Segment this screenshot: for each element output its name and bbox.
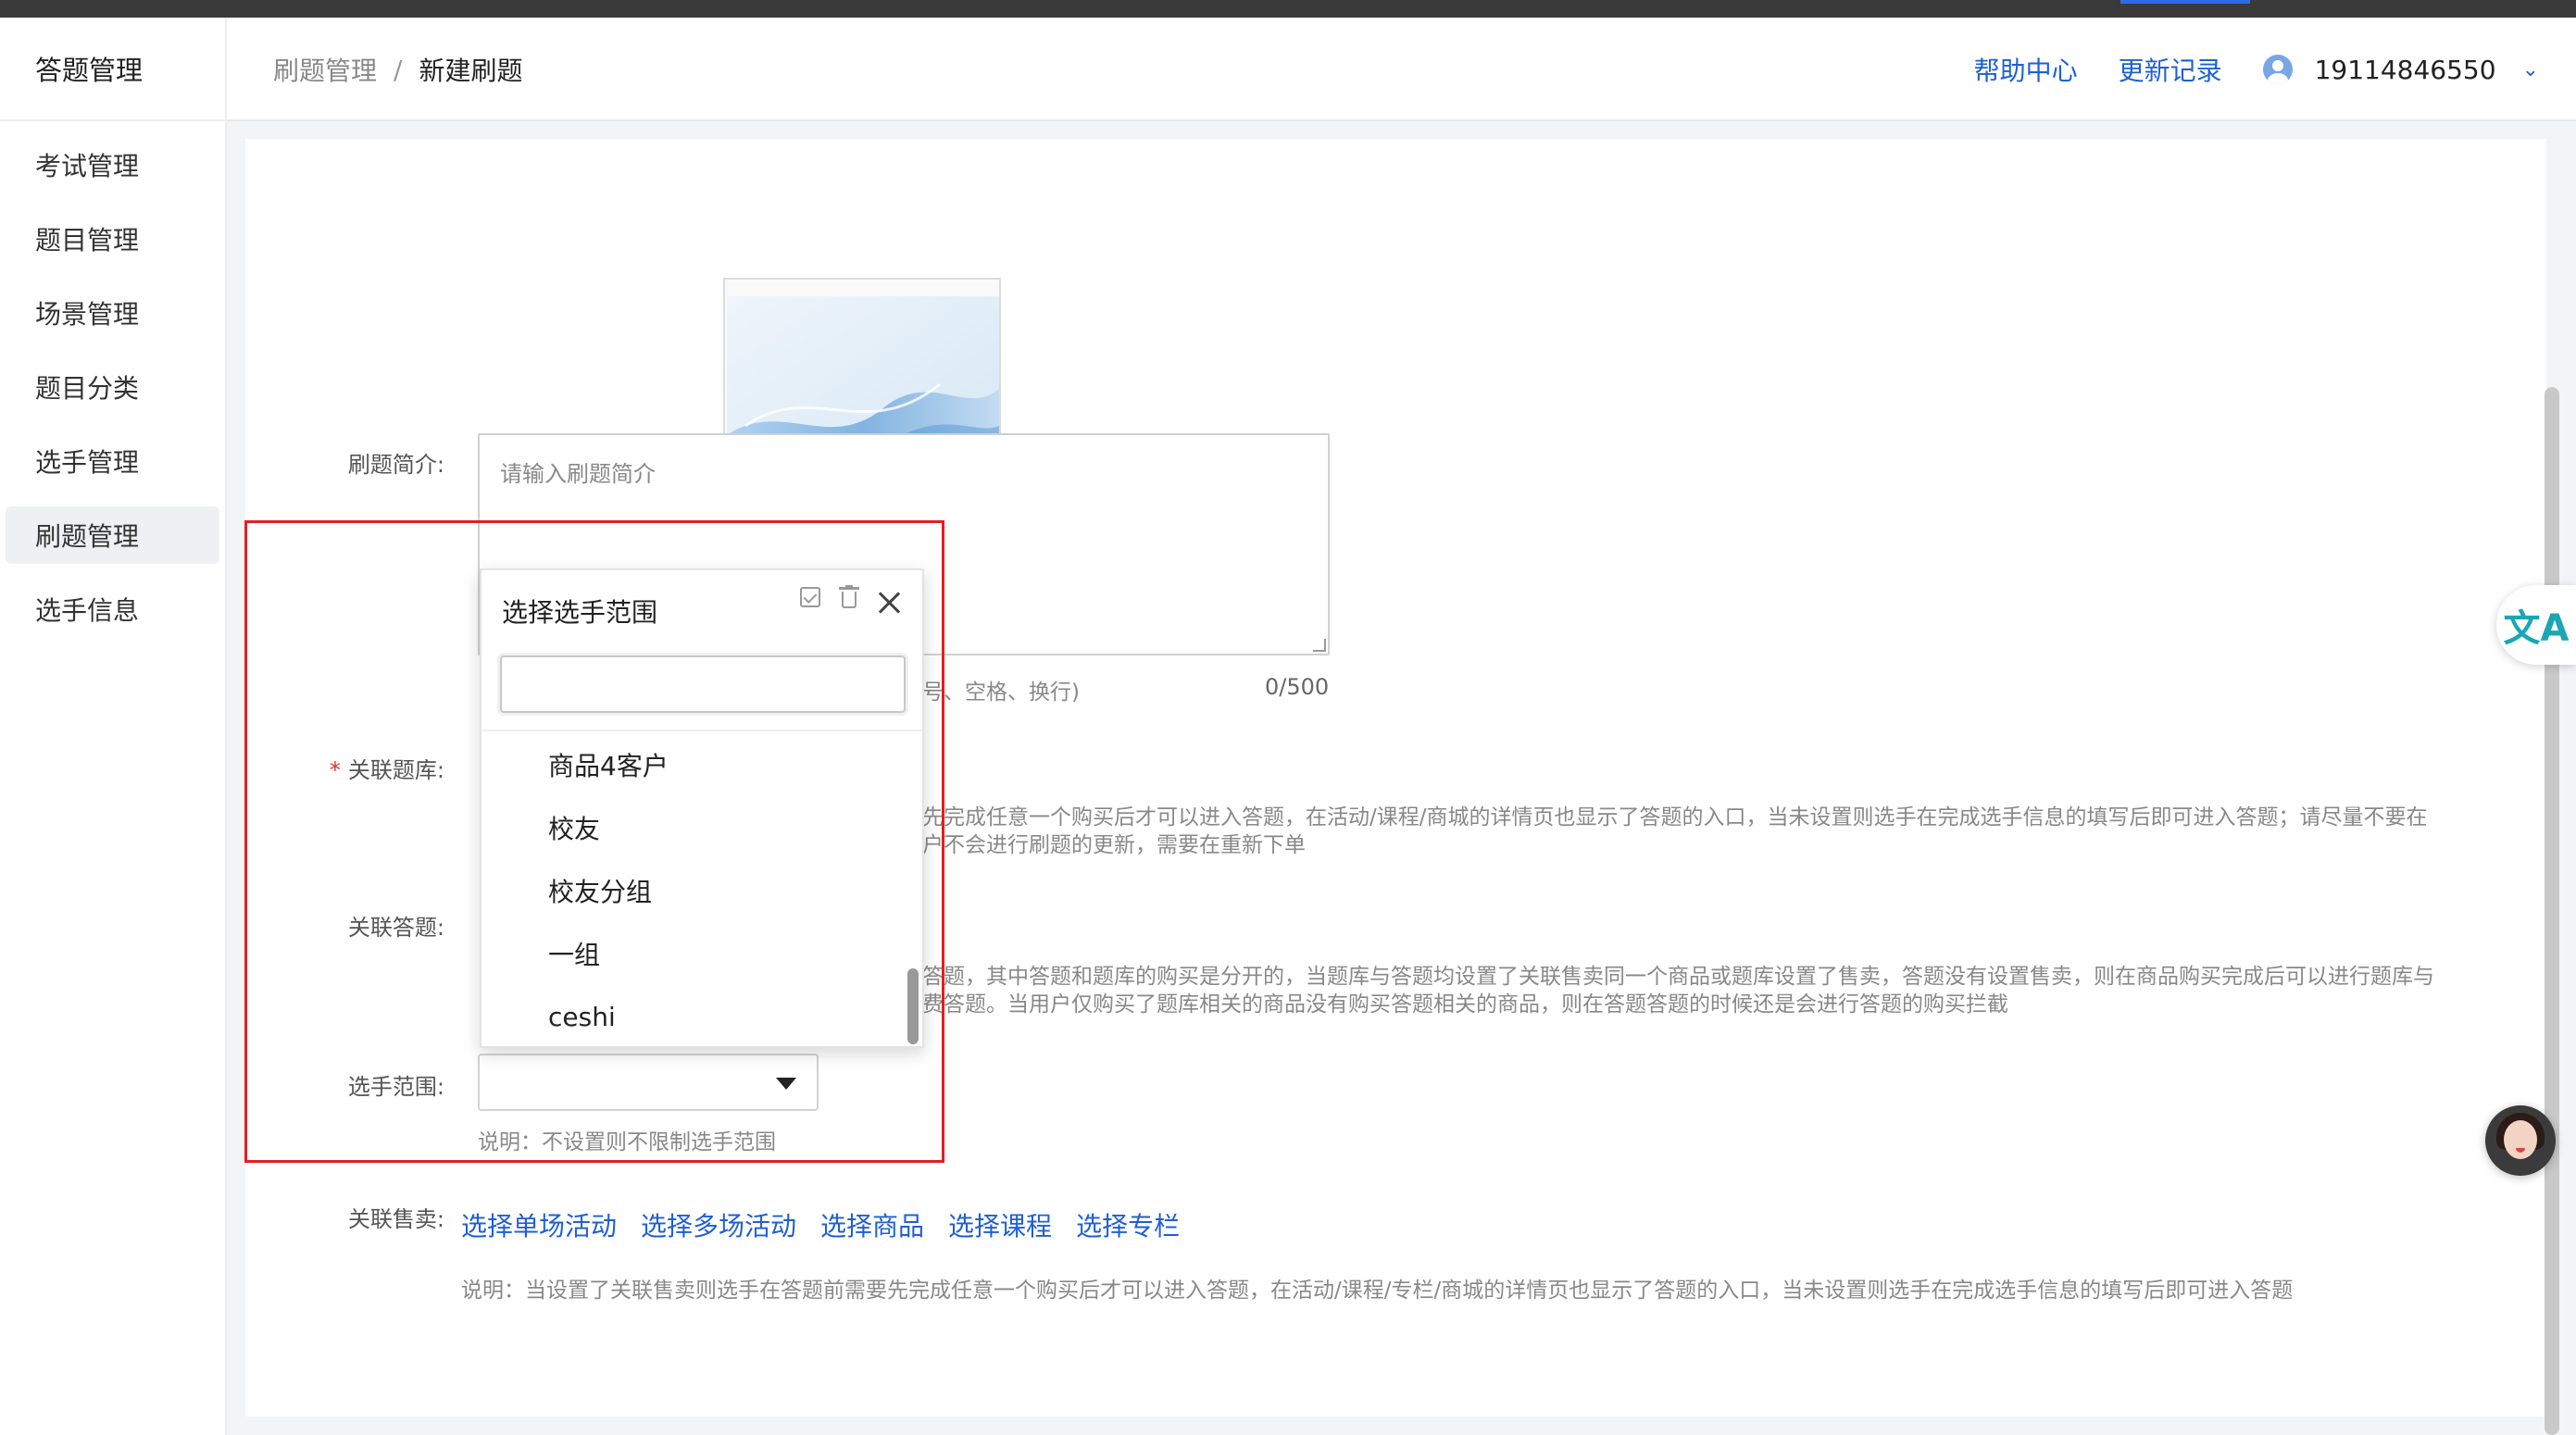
dropdown-search-input[interactable] (500, 655, 906, 713)
user-avatar-icon[interactable] (2262, 55, 2293, 84)
required-mark: * (329, 757, 341, 783)
sales-links: 选择单场活动 选择多场活动 选择商品 选择课程 选择专栏 (461, 1206, 1204, 1243)
sidebar-item-player-info[interactable]: 选手信息 (6, 580, 219, 638)
dropdown-option[interactable]: 一组 (481, 922, 922, 985)
bank-description: 先完成任意一个购买后才可以进入答题，在活动/课程/商城的详情页也显示了答题的入口… (922, 804, 2428, 859)
select-column-link[interactable]: 选择专栏 (1076, 1206, 1180, 1243)
sidebar-item-exam[interactable]: 考试管理 (6, 136, 219, 193)
intro-char-counter: 0/500 (1265, 674, 1330, 700)
quiz-description: 答题，其中答题和题库的购买是分开的，当题库与答题均设置了关联售卖同一个商品或题库… (922, 963, 2434, 1018)
dropdown-option[interactable]: 校友分组 (481, 859, 922, 922)
top-bar-highlight (2120, 0, 2250, 4)
select-all-checkbox-icon[interactable] (800, 587, 820, 607)
breadcrumb-current: 新建刷题 (419, 56, 523, 86)
breadcrumb-parent[interactable]: 刷题管理 (273, 51, 377, 88)
resize-handle-icon[interactable] (1313, 639, 1326, 652)
breadcrumb-separator: / (394, 54, 403, 85)
changelog-link[interactable]: 更新记录 (2119, 51, 2222, 88)
caret-down-icon[interactable] (776, 1078, 796, 1090)
intro-hint: 号、空格、换行) (922, 680, 1080, 705)
page-scrollbar[interactable] (2545, 387, 2559, 1435)
sidebar-item-questions[interactable]: 题目管理 (6, 210, 219, 268)
sales-note: 说明：当设置了关联售卖则选手在答题前需要先完成任意一个购买后才可以进入答题，在活… (461, 1279, 2294, 1303)
browser-top-bar (0, 0, 2576, 18)
header-right: 帮助中心 更新记录 19114846550 ⌄ (1974, 18, 2539, 121)
translate-icon[interactable]: 文A (2496, 585, 2576, 665)
sidebar-menu: 考试管理 题目管理 场景管理 题目分类 选手管理 刷题管理 选手信息 (0, 136, 225, 638)
sidebar: 答题管理 考试管理 题目管理 场景管理 题目分类 选手管理 刷题管理 选手信息 (0, 18, 227, 1435)
dropdown-title: 选择选手范围 (502, 597, 658, 628)
dropdown-option[interactable]: ceshi (481, 985, 922, 1048)
sidebar-item-players[interactable]: 选手管理 (6, 432, 219, 490)
quiz-label: 关联答题: (347, 915, 444, 941)
sales-label: 关联售卖: (347, 1206, 444, 1232)
sidebar-item-categories[interactable]: 题目分类 (6, 358, 219, 416)
sidebar-item-scenes[interactable]: 场景管理 (6, 284, 219, 342)
dropdown-option[interactable]: 商品4客户 (481, 733, 922, 796)
sidebar-item-practice[interactable]: 刷题管理 (6, 506, 219, 564)
select-single-activity-link[interactable]: 选择单场活动 (461, 1206, 617, 1243)
dropdown-options: 商品4客户 校友 校友分组 一组 ceshi (481, 733, 922, 1048)
select-multi-activity-link[interactable]: 选择多场活动 (641, 1206, 796, 1243)
bank-desc-line2: 户不会进行刷题的更新，需要在重新下单 (922, 833, 1306, 857)
close-icon[interactable] (876, 589, 904, 617)
assistant-avatar-icon[interactable] (2485, 1105, 2556, 1176)
quiz-desc-line2: 费答题。当用户仅购买了题库相关的商品没有购买答题相关的商品，则在答题答题的时候还… (922, 992, 2008, 1017)
dropdown-option[interactable]: 校友 (481, 796, 922, 859)
scope-note: 说明：不设置则不限制选手范围 (478, 1130, 776, 1154)
header: 刷题管理 / 新建刷题 帮助中心 更新记录 19114846550 ⌄ (227, 18, 2576, 121)
dropdown-scrollbar[interactable] (907, 968, 919, 1044)
intro-placeholder: 请输入刷题简介 (500, 461, 656, 487)
quiz-desc-line1: 答题，其中答题和题库的购买是分开的，当题库与答题均设置了关联售卖同一个商品或题库… (922, 965, 2434, 989)
scope-dropdown-panel: 选择选手范围 商品4客户 校友 校友分组 一组 ceshi (480, 568, 924, 1048)
trash-icon[interactable] (839, 585, 859, 609)
help-center-link[interactable]: 帮助中心 (1974, 51, 2078, 88)
scope-select[interactable] (478, 1054, 819, 1111)
sidebar-brand: 答题管理 (0, 18, 225, 121)
intro-label: 刷题简介: (347, 452, 444, 478)
dropdown-header: 选择选手范围 (481, 570, 922, 648)
scope-label: 选手范围: (347, 1074, 444, 1100)
chevron-down-icon[interactable]: ⌄ (2522, 58, 2539, 81)
select-product-link[interactable]: 选择商品 (820, 1206, 924, 1243)
dropdown-divider (481, 730, 922, 731)
select-course-link[interactable]: 选择课程 (948, 1206, 1052, 1243)
breadcrumb: 刷题管理 / 新建刷题 (273, 18, 522, 121)
bank-label-text: 关联题库: (347, 757, 444, 783)
user-phone[interactable]: 19114846550 (2315, 55, 2496, 85)
bank-label: * 关联题库: (259, 752, 444, 784)
bank-desc-line1: 先完成任意一个购买后才可以进入答题，在活动/课程/商城的详情页也显示了答题的入口… (922, 805, 2428, 830)
